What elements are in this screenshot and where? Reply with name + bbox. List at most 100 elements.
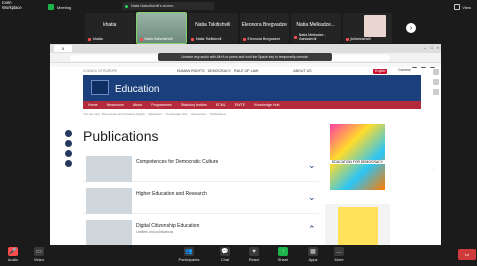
menu-newsroom[interactable]: Newsroom (107, 103, 124, 107)
promo-image[interactable] (325, 204, 390, 245)
social-share (65, 130, 72, 167)
participant-name: Natia Melkadze... (296, 22, 336, 28)
maximize-icon[interactable]: □ (430, 45, 432, 50)
sidebar-tool-icon[interactable] (433, 69, 439, 75)
participant-label: Natia Tskitishvili (191, 37, 221, 41)
browser-tab[interactable]: 5 (54, 45, 72, 52)
more-button[interactable]: … More (326, 247, 352, 262)
minimize-icon[interactable]: – (424, 45, 426, 50)
linkedin-icon[interactable] (65, 150, 72, 157)
shared-screen: 5 – □ × Unmute any audio with Alt+A or p… (50, 44, 441, 245)
video-button[interactable]: ▭ Video (26, 247, 52, 262)
more-label: More (334, 257, 344, 262)
page-title: Publications (83, 128, 159, 144)
react-label: React (248, 257, 260, 262)
education-for-democracy-banner[interactable]: EDUCATION FOR DEMOCRACY (325, 122, 390, 194)
unmute-tooltip: Unmute any audio with Alt+A or press and… (158, 53, 332, 61)
about-us-link[interactable]: ABOUT US (293, 69, 311, 73)
facebook-icon[interactable] (65, 140, 72, 147)
more-options-icon[interactable]: ⋮ (430, 165, 437, 175)
chevron-down-icon[interactable]: ⌄ (308, 193, 316, 202)
council-logo[interactable] (91, 80, 109, 95)
next-participants-button[interactable]: › (406, 23, 416, 33)
publication-subtitle: Leaflets and publications (136, 230, 174, 234)
org-small: COUNCIL OF EUROPE (83, 69, 117, 73)
site-utility-bar: COUNCIL OF EUROPE HUMAN RIGHTS DEMOCRACY… (83, 67, 421, 75)
breadcrumb[interactable]: You are here: Democratic and Inclusive D… (83, 112, 226, 116)
video-label: Video (33, 257, 45, 262)
participant-tile[interactable]: jiuliamoshvili (342, 13, 392, 43)
menu-statutory-bodies[interactable]: Statutory bodies (181, 103, 207, 107)
mic-off-icon: 🎤 (8, 247, 18, 256)
meeting-info[interactable]: Meeting (48, 4, 71, 10)
menu-ecml[interactable]: ECML (216, 103, 226, 107)
audio-button[interactable]: 🎤 Audio (0, 247, 26, 262)
participant-tile-active[interactable]: Natia Natsvlishvili (135, 12, 187, 44)
menu-ewte[interactable]: EWTE (235, 103, 245, 107)
colorful-logo (330, 124, 385, 190)
leave-button[interactable]: Le (458, 249, 476, 260)
participant-label-text: Eleonora Bregvadze (247, 37, 281, 41)
participants-icon: 👥 (184, 247, 194, 256)
publication-thumbnail (86, 220, 132, 245)
menu-programmes[interactable]: Programmes (151, 103, 172, 107)
participant-name: Natia Tskitishvili (195, 22, 231, 28)
publication-thumbnail (86, 188, 132, 214)
mic-muted-icon (191, 37, 194, 41)
nav-link-human-rights[interactable]: HUMAN RIGHTS (177, 69, 205, 73)
chat-button[interactable]: 💬 Chat (212, 247, 238, 262)
sidebar-tool-icon[interactable] (433, 79, 439, 85)
language-select[interactable]: English (373, 68, 388, 74)
mic-muted-icon (345, 37, 349, 41)
participant-tile[interactable]: Natia Melkadze... Natia Melkadze - Gania… (291, 13, 341, 43)
connect-link[interactable]: Connect (398, 68, 411, 72)
email-icon[interactable] (65, 160, 72, 167)
meeting-controls: 🎤 Audio ▭ Video 👥 Participants 💬 Chat ♥ … (0, 245, 477, 266)
view-button[interactable]: View (454, 4, 471, 10)
mic-muted-icon (294, 35, 297, 39)
chat-icon: 💬 (220, 247, 230, 256)
window-controls: – □ × (424, 45, 439, 50)
sharing-indicator[interactable]: Natia Natsvlishvili's screen (122, 2, 214, 10)
participant-label-text: Natia Natsvlishvili (144, 37, 173, 41)
top-bar: room Workplace Meeting Natia Natsvlishvi… (0, 0, 477, 13)
menu-about[interactable]: About (133, 103, 142, 107)
publication-item[interactable]: Competences for Democratic Culture ⌄ (83, 152, 319, 182)
apps-button[interactable]: ▦ Apps (300, 247, 326, 262)
participant-name: Eleonora Bregvadze (241, 22, 287, 28)
chevron-down-icon[interactable]: ⌄ (308, 161, 316, 170)
site-banner: Education (83, 75, 421, 101)
participant-video (364, 15, 386, 37)
participant-label-text: jiuliamoshvili (350, 37, 371, 41)
publication-title: Digital Citizenship Education (136, 223, 200, 229)
menu-home[interactable]: Home (88, 103, 98, 107)
participant-label: khatia (88, 37, 103, 41)
banner-title: Education (115, 84, 160, 95)
chevron-up-icon[interactable]: ⌃ (308, 225, 316, 234)
nav-link-democracy[interactable]: DEMOCRACY (208, 69, 231, 73)
zoom-window: room Workplace Meeting Natia Natsvlishvi… (0, 0, 477, 266)
react-button[interactable]: ♥ React (241, 247, 267, 262)
menu-knowledge-hub[interactable]: Knowledge Hub (254, 103, 279, 107)
participant-tile[interactable]: Eleonora Bregvadze Eleonora Bregvadze (239, 13, 289, 43)
share-icon[interactable] (65, 130, 72, 137)
participant-strip: khatia khatia Natia Natsvlishvili Natia … (85, 12, 392, 44)
sidebar-tool-icon[interactable] (433, 89, 439, 95)
participants-button[interactable]: 👥 Participants (176, 247, 202, 262)
close-icon[interactable]: × (437, 45, 439, 50)
child-photo (338, 207, 378, 245)
audio-label: Audio (7, 257, 19, 262)
brand-line-2: Workplace (2, 4, 22, 10)
share-button[interactable]: ↑ Share (270, 247, 296, 262)
participant-label: Natia Melkadze - Ganiashvili (294, 33, 341, 41)
apps-label: Apps (308, 257, 318, 262)
brand: room Workplace (2, 0, 22, 10)
nav-link-rule-of-law[interactable]: RULE OF LAW (234, 69, 258, 73)
publication-item[interactable]: Higher Education and Research ⌄ (83, 184, 319, 214)
participant-label: Eleonora Bregvadze (242, 37, 281, 41)
participant-tile[interactable]: Natia Tskitishvili Natia Tskitishvili (188, 13, 238, 43)
publication-item[interactable]: Digital Citizenship Education Leaflets a… (83, 216, 319, 245)
participant-tile[interactable]: khatia khatia (85, 13, 135, 43)
publication-thumbnail (86, 156, 132, 182)
publication-title: Higher Education and Research (136, 191, 207, 197)
